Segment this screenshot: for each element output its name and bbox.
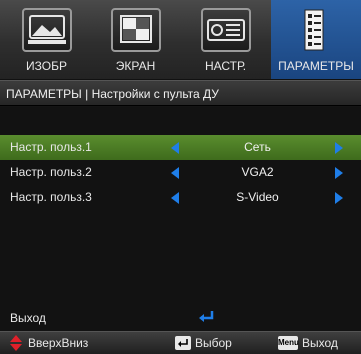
settings-list: Настр. польз.1 Сеть Настр. польз.2 VGA2 … [0,107,361,337]
right-arrow-icon[interactable] [335,167,343,179]
list-item[interactable]: Настр. польз.1 Сеть [0,135,361,160]
tab-screen[interactable]: ЭКРАН [92,0,179,79]
exit-item[interactable]: Выход [0,306,361,330]
enter-key-icon [175,336,191,350]
up-down-icon [10,335,22,351]
help-updown: ВверхВниз [28,336,89,350]
row-label: Настр. польз.1 [10,140,92,154]
picture-icon [21,8,72,52]
tab-label: ПАРАМЕТРЫ [278,59,354,73]
breadcrumb: ПАРАМЕТРЫ | Настройки с пульта ДУ [0,80,361,106]
tab-bar: ИЗОБР ЭКРАН НАСТР. ПАРАМЕТРЫ [0,0,361,80]
right-arrow-icon[interactable] [335,192,343,204]
screen-icon [110,8,161,52]
list-item[interactable]: Настр. польз.3 S-Video [0,185,361,210]
row-value: VGA2 [241,165,274,179]
list-item[interactable]: Настр. польз.2 VGA2 [0,160,361,185]
help-exit: Выход [302,336,338,350]
projector-icon [200,8,251,52]
row-label: Настр. польз.3 [10,190,92,204]
tab-label: ЭКРАН [115,59,156,73]
help-bar: ВверхВниз Выбор Menu Выход [0,331,361,354]
tab-options[interactable]: ПАРАМЕТРЫ [271,0,361,79]
tab-setup[interactable]: НАСТР. [182,0,269,79]
exit-label: Выход [10,311,46,325]
options-icon [291,8,341,52]
tab-label: НАСТР. [204,59,247,73]
right-arrow-icon[interactable] [335,142,343,154]
osd-menu: ИЗОБР ЭКРАН НАСТР. ПАРАМЕТРЫ ПАРАМЕТРЫ |… [0,0,361,354]
menu-key-icon: Menu [278,336,299,350]
left-arrow-icon[interactable] [171,167,179,179]
left-arrow-icon[interactable] [171,142,179,154]
tab-picture[interactable]: ИЗОБР [3,0,90,79]
row-value: Сеть [244,140,271,154]
row-value: S-Video [236,190,279,204]
enter-icon [199,311,214,322]
help-select: Выбор [195,336,232,350]
row-label: Настр. польз.2 [10,165,92,179]
left-arrow-icon[interactable] [171,192,179,204]
tab-label: ИЗОБР [26,59,67,73]
